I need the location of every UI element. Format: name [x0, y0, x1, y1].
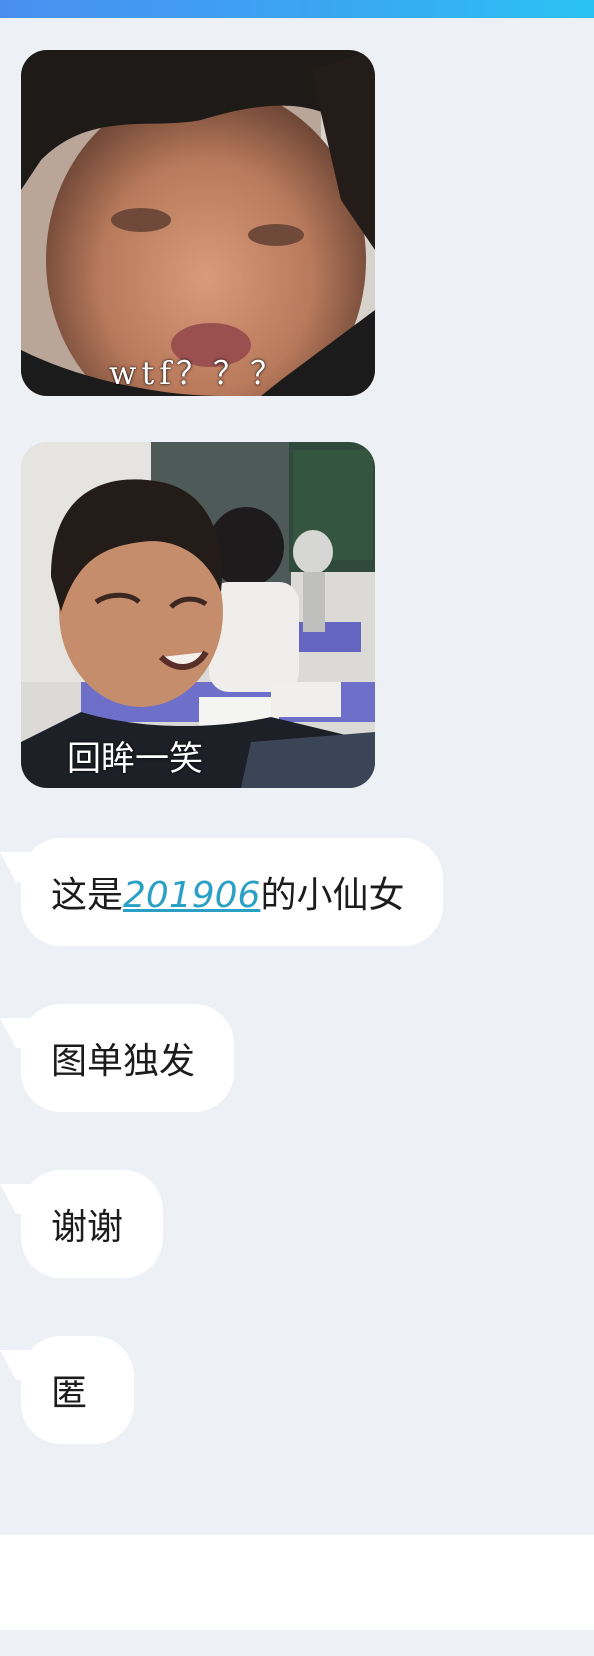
text-message-bubble[interactable]: 图单独发	[0, 1004, 234, 1112]
text-message-bubble[interactable]: 谢谢	[0, 1170, 163, 1278]
message-text: 图单独发	[51, 1041, 196, 1082]
bottom-strip	[0, 1630, 594, 1656]
chat-message-list[interactable]: wtf？？？ 回眸一笑 这是201906的小仙女 图单独发 谢谢 匿	[0, 18, 594, 1535]
message-text: 谢谢	[51, 1207, 124, 1248]
top-status-bar	[0, 0, 594, 18]
message-text-part: 的小仙女	[260, 875, 405, 916]
bubble-tail	[0, 1350, 48, 1380]
image-message[interactable]: 回眸一笑	[21, 442, 375, 788]
bubble-tail	[0, 1184, 48, 1214]
text-message-bubble[interactable]: 这是201906的小仙女	[0, 838, 443, 946]
selfie-photo	[21, 50, 375, 396]
bubble-tail	[0, 852, 48, 882]
bubble-tail	[0, 1018, 48, 1048]
text-message-bubble[interactable]: 匿	[0, 1336, 134, 1444]
message-text: 这是201906的小仙女	[51, 866, 404, 918]
image-message[interactable]: wtf？？？	[21, 50, 375, 396]
image-caption: wtf？？？	[108, 354, 288, 392]
message-text-part: 这是	[51, 875, 124, 916]
image-caption: 回眸一笑	[67, 739, 203, 779]
input-area[interactable]	[0, 1535, 594, 1630]
message-link[interactable]: 201906	[123, 875, 260, 916]
message-text: 匿	[51, 1373, 88, 1414]
